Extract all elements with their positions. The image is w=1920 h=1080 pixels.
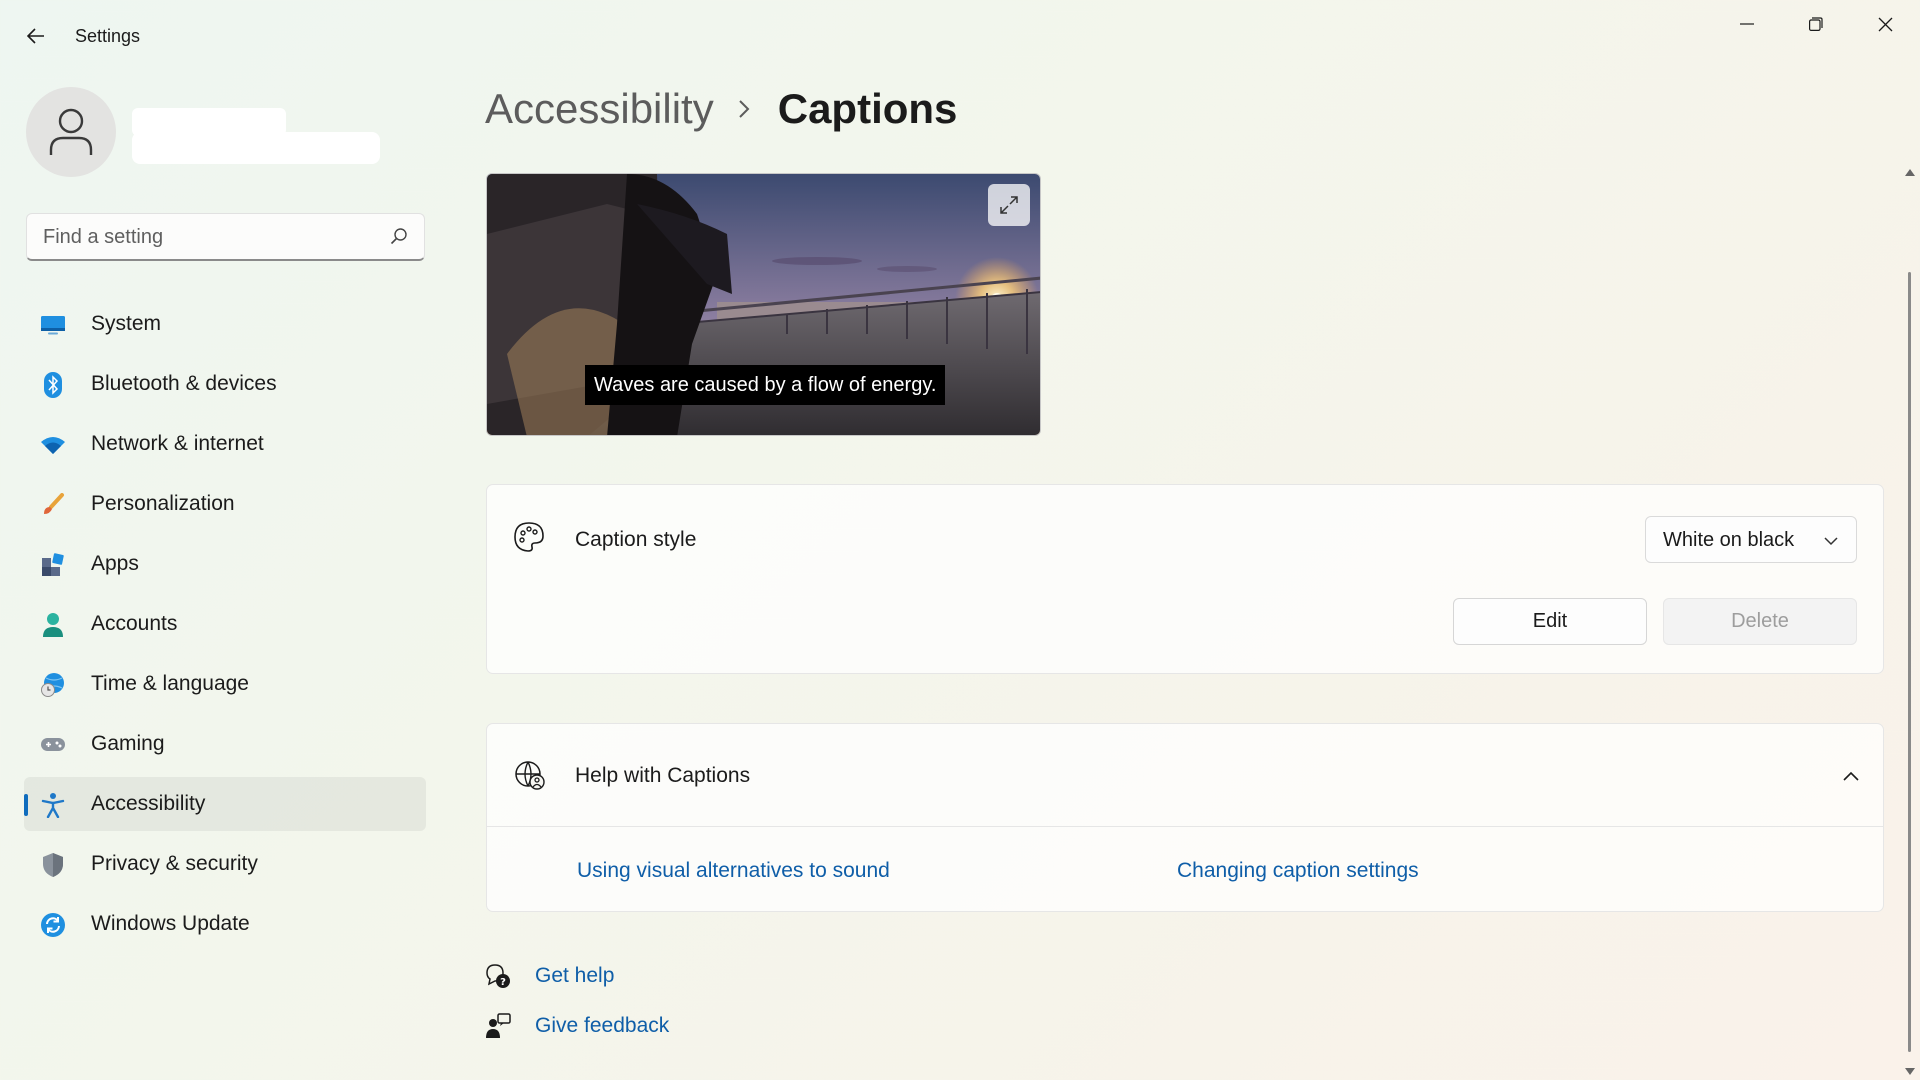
shield-icon	[40, 852, 66, 878]
search-icon[interactable]	[390, 227, 408, 250]
selection-indicator	[24, 794, 28, 816]
sidebar-item-label: Personalization	[91, 492, 235, 515]
apps-icon	[40, 552, 66, 578]
sidebar-item-network[interactable]: Network & internet	[24, 417, 426, 471]
monitor-icon	[40, 312, 66, 338]
gamepad-icon	[40, 732, 66, 758]
sidebar-item-label: Accessibility	[91, 792, 206, 815]
sidebar-item-label: Privacy & security	[91, 852, 258, 875]
globe-clock-icon	[40, 672, 66, 698]
arrow-left-icon	[27, 28, 44, 44]
caption-style-label: Caption style	[575, 528, 697, 551]
expand-button[interactable]	[988, 184, 1030, 226]
chevron-down-icon	[1824, 533, 1838, 551]
sidebar-item-label: Gaming	[91, 732, 165, 755]
sidebar-item-privacy-security[interactable]: Privacy & security	[24, 837, 426, 891]
sidebar-item-label: Network & internet	[91, 432, 264, 455]
redacted-email	[132, 132, 380, 164]
update-icon	[40, 912, 66, 938]
link-visual-alternatives[interactable]: Using visual alternatives to sound	[577, 859, 890, 883]
sidebar-item-accessibility[interactable]: Accessibility	[24, 777, 426, 831]
sidebar-item-label: Windows Update	[91, 912, 250, 935]
sidebar-item-bluetooth[interactable]: Bluetooth & devices	[24, 357, 426, 411]
delete-button[interactable]: Delete	[1663, 598, 1857, 645]
back-button[interactable]	[18, 18, 54, 54]
get-help-link[interactable]: ? Get help	[485, 963, 614, 989]
link-changing-caption-settings[interactable]: Changing caption settings	[1177, 859, 1419, 883]
brush-icon	[40, 492, 66, 518]
search-box[interactable]	[26, 213, 425, 261]
caption-preview: Waves are caused by a flow of energy.	[486, 173, 1041, 436]
chevron-up-icon[interactable]	[1843, 768, 1859, 786]
scroll-up-arrow-icon[interactable]	[1904, 164, 1916, 182]
sidebar-item-system[interactable]: System	[24, 297, 426, 351]
expand-icon	[1000, 196, 1018, 214]
person-icon	[40, 612, 66, 638]
sidebar-item-time-language[interactable]: Time & language	[24, 657, 426, 711]
sidebar-item-label: Time & language	[91, 672, 249, 695]
give-feedback-label: Give feedback	[535, 1014, 670, 1037]
sidebar-item-apps[interactable]: Apps	[24, 537, 426, 591]
sidebar-item-label: System	[91, 312, 162, 335]
chevron-right-icon	[738, 99, 750, 119]
app-title: Settings	[75, 26, 141, 46]
globe-people-icon	[513, 760, 545, 797]
user-profile[interactable]	[26, 87, 116, 177]
scrollbar-thumb[interactable]	[1908, 272, 1911, 1052]
palette-icon	[513, 521, 545, 558]
caption-style-dropdown[interactable]: White on black	[1645, 516, 1857, 563]
help-header[interactable]: Help with Captions	[487, 724, 1883, 827]
svg-text:?: ?	[500, 977, 506, 988]
close-icon	[1878, 17, 1892, 31]
restore-icon	[1809, 17, 1823, 31]
sidebar-item-accounts[interactable]: Accounts	[24, 597, 426, 651]
title-bar: Settings	[0, 0, 1920, 72]
sidebar-item-personalization[interactable]: Personalization	[24, 477, 426, 531]
sidebar-item-gaming[interactable]: Gaming	[24, 717, 426, 771]
give-feedback-link[interactable]: Give feedback	[485, 1013, 669, 1039]
help-title: Help with Captions	[575, 764, 751, 787]
scroll-down-arrow-icon[interactable]	[1904, 1064, 1916, 1080]
sidebar-item-windows-update[interactable]: Windows Update	[24, 897, 426, 951]
close-button[interactable]	[1856, 6, 1914, 42]
get-help-label: Get help	[535, 964, 615, 987]
minimize-icon	[1740, 23, 1754, 25]
accessibility-icon	[40, 792, 66, 818]
scrollbar[interactable]	[1904, 160, 1916, 1076]
breadcrumb: Accessibility Captions	[485, 85, 957, 133]
help-chat-icon: ?	[485, 963, 511, 989]
caption-style-selected: White on black	[1663, 529, 1795, 551]
restore-button[interactable]	[1787, 6, 1845, 42]
search-input[interactable]	[43, 224, 373, 250]
page-title: Captions	[777, 85, 958, 132]
breadcrumb-parent[interactable]: Accessibility	[485, 85, 714, 133]
sidebar-nav: System Bluetooth & devices Network & int…	[24, 297, 426, 957]
sidebar-item-label: Accounts	[91, 612, 178, 635]
sidebar-item-label: Apps	[91, 552, 139, 575]
help-with-captions-card: Help with Captions Using visual alternat…	[486, 723, 1884, 912]
wifi-icon	[40, 432, 66, 458]
caption-style-card: Caption style White on black Edit Delete	[486, 484, 1884, 674]
minimize-button[interactable]	[1718, 6, 1776, 42]
edit-button[interactable]: Edit	[1453, 598, 1647, 645]
caption-sample-text: Waves are caused by a flow of energy.	[585, 365, 946, 405]
feedback-icon	[485, 1013, 511, 1039]
person-avatar-icon	[49, 108, 93, 155]
avatar	[26, 87, 116, 177]
bluetooth-icon	[40, 372, 66, 398]
sidebar-item-label: Bluetooth & devices	[91, 372, 277, 395]
